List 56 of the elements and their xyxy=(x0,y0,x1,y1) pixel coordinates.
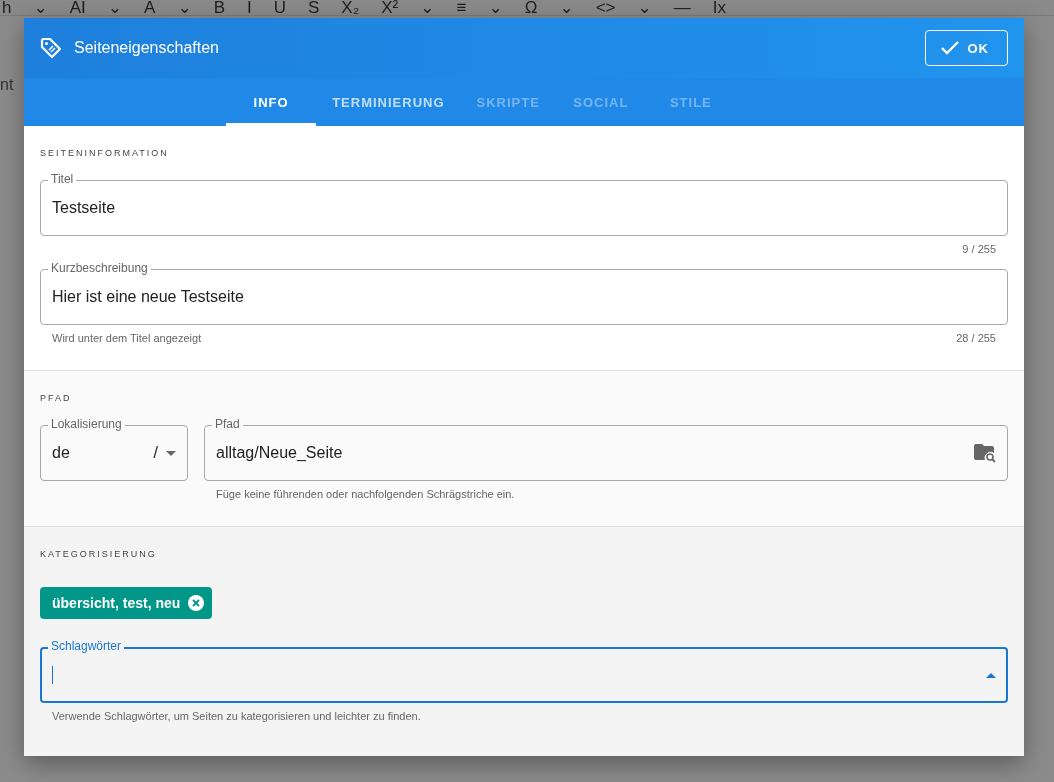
dialog-title: Seiteneigenschaften xyxy=(74,39,220,57)
toolbar-glyph[interactable]: ⌄ xyxy=(559,0,574,15)
toolbar-glyph[interactable]: X² xyxy=(381,0,399,15)
toolbar-glyph[interactable]: U xyxy=(273,0,286,15)
field-label: Kurzbeschreibung xyxy=(48,261,151,275)
character-counter: 28 / 255 xyxy=(956,332,996,346)
tab[interactable]: TERMINIERUNG xyxy=(316,78,461,126)
toolbar-glyph[interactable]: S xyxy=(308,0,320,15)
toolbar-glyph[interactable]: A xyxy=(144,0,156,15)
section-heading: SEITENINFORMATION xyxy=(40,148,170,158)
toolbar-glyph[interactable]: ⌄ xyxy=(488,0,503,15)
toolbar-glyph[interactable]: Ω xyxy=(524,0,538,15)
toolbar-glyph[interactable]: ⌄ xyxy=(177,0,192,15)
toolbar-glyph[interactable]: AI xyxy=(69,0,86,15)
field-label: Pfad xyxy=(212,417,243,431)
check-icon xyxy=(939,40,960,56)
field-value: Testseite xyxy=(52,199,117,217)
toolbar-glyph[interactable]: Ix xyxy=(712,0,726,15)
character-counter: 9 / 255 xyxy=(962,243,996,257)
toolbar-glyph[interactable]: — xyxy=(673,0,691,15)
field-value: de xyxy=(52,444,71,462)
field-value: Hier ist eine neue Testseite xyxy=(52,288,245,306)
path-separator: / xyxy=(153,444,158,462)
dropdown-caret-icon xyxy=(166,450,176,456)
tag-chip[interactable]: übersicht, test, neu xyxy=(40,587,213,619)
dropdown-caret-icon[interactable] xyxy=(986,672,996,678)
toolbar-glyph[interactable]: I xyxy=(246,0,252,15)
tag-icon xyxy=(40,37,62,59)
locale-select[interactable]: Lokalisierung de / xyxy=(40,417,188,481)
section-heading: PFAD xyxy=(40,393,73,403)
toolbar-glyph[interactable]: h xyxy=(2,0,12,15)
toolbar-glyph[interactable]: B xyxy=(213,0,225,15)
text-field[interactable]: Kurzbeschreibung Hier ist eine neue Testseite xyxy=(40,261,1008,325)
editor-text: nt xyxy=(0,76,14,94)
toolbar-glyph[interactable]: ≡ xyxy=(456,0,467,15)
toolbar-glyph[interactable]: <> xyxy=(595,0,616,15)
field-label: Schlagwörter xyxy=(48,639,125,653)
toolbar-glyph[interactable]: ⌄ xyxy=(637,0,652,15)
folder-search-icon[interactable] xyxy=(974,443,996,463)
toolbar-glyph[interactable]: ⌄ xyxy=(420,0,435,15)
ok-button[interactable]: OK xyxy=(924,30,1008,66)
field-label: Titel xyxy=(48,172,77,186)
field-label: Lokalisierung xyxy=(48,417,125,431)
field-hint: Wird unter dem Titel angezeigt xyxy=(52,332,202,346)
tags-combo-field[interactable]: Schlagwörter xyxy=(40,639,1008,703)
field-hint: Füge keine führenden oder nachfolgenden Schrägstriche ein. xyxy=(216,488,515,502)
field-hint: Verwende Schlagwörter, um Seiten zu kategorisieren und leichter zu finden. xyxy=(52,710,421,724)
text-field[interactable]: Titel Testseite xyxy=(40,172,1008,236)
field-value: alltag/Neue_Seite xyxy=(216,444,344,462)
remove-icon[interactable] xyxy=(188,595,205,611)
text-cursor xyxy=(52,666,53,684)
toolbar-glyph[interactable]: ⌄ xyxy=(107,0,123,15)
toolbar-glyph[interactable]: X₂ xyxy=(341,0,360,15)
section-heading: KATEGORISIERUNG xyxy=(40,549,158,559)
text-field[interactable]: Pfad alltag/Neue_Seite xyxy=(204,417,1008,481)
toolbar-glyph[interactable]: ⌄ xyxy=(33,0,48,15)
